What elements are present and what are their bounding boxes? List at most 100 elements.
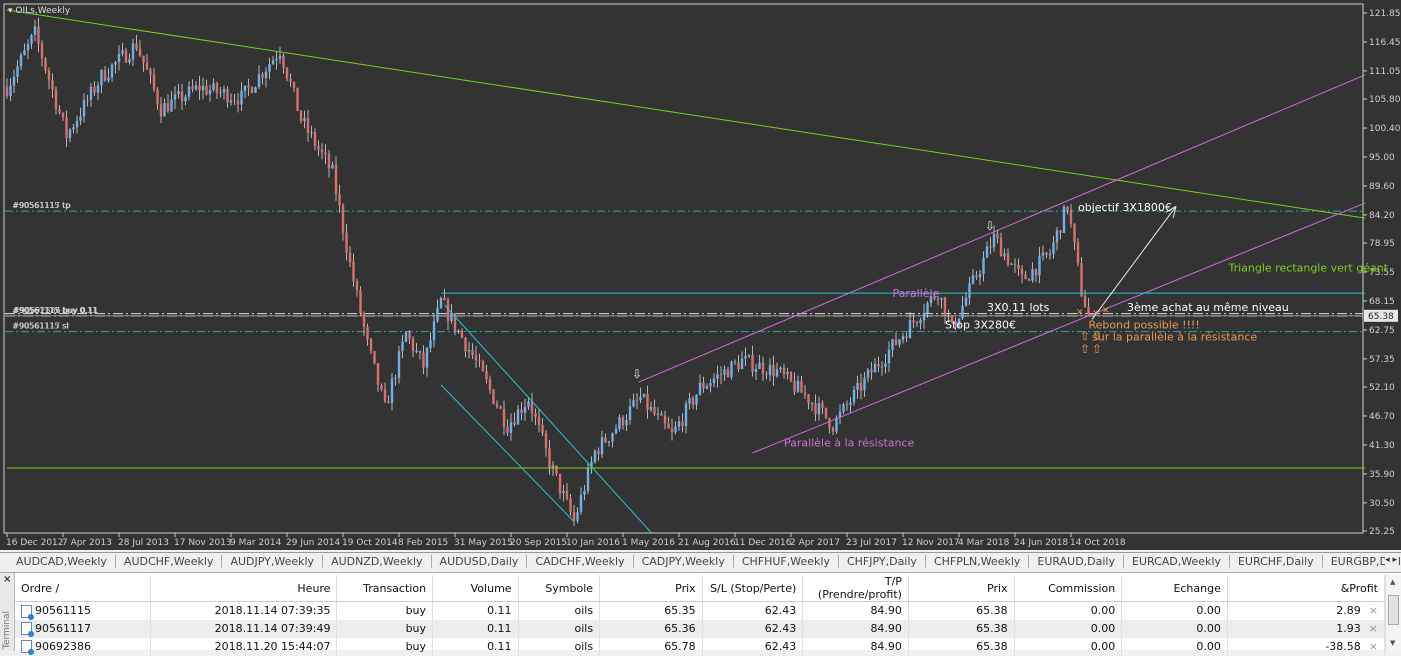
candle-body — [488, 379, 492, 390]
column-header[interactable]: Ordre / — [15, 575, 152, 602]
chart-canvas[interactable]: 121.85 116.45 111.05 105.80 100.40 95.00 89.60… — [0, 0, 1401, 550]
column-header[interactable]: Commission — [1014, 575, 1123, 602]
column-header[interactable]: Echange — [1121, 575, 1228, 602]
column-header[interactable]: Transaction — [336, 575, 434, 602]
candle-body — [999, 238, 1003, 257]
scroll-up-icon[interactable]: ▲ — [1390, 578, 1395, 586]
buy-marker-icon: ✕ — [1076, 308, 1084, 318]
candle-body — [212, 83, 215, 90]
column-header[interactable]: Prix — [599, 575, 703, 602]
table-cell: oils — [518, 619, 601, 638]
candle-body — [450, 313, 453, 321]
close-order-icon[interactable]: × — [1369, 622, 1378, 635]
candle-body — [261, 74, 264, 78]
candle-body — [236, 100, 240, 105]
candle-body — [968, 283, 971, 298]
candle-body — [348, 252, 352, 262]
close-order-icon[interactable]: × — [1369, 604, 1378, 617]
symbol-tab[interactable]: EURCHF,Daily — [1230, 555, 1323, 568]
table-cell: 62.43 — [702, 619, 804, 638]
column-header[interactable]: S/L (Stop/Perte) — [702, 575, 804, 602]
candle-body — [173, 94, 177, 100]
candle-body — [726, 369, 730, 378]
candle-body — [740, 358, 744, 370]
symbol-tab[interactable]: CHFPLN,Weekly — [926, 555, 1030, 568]
table-row[interactable]: 90692386 2018.11.20 15:44:07 buy 0.11 oils 65… — [15, 637, 1386, 656]
candle-body — [989, 246, 992, 248]
candle-body — [247, 85, 250, 88]
candle-body — [894, 339, 898, 345]
candle-body — [380, 385, 383, 390]
tab-scroll-arrows-icon[interactable]: ◂ ▸ — [1385, 555, 1397, 565]
chart-annotation: sur la parallèle à la résistance — [1092, 330, 1257, 343]
column-header[interactable]: Volume — [432, 575, 519, 602]
candle-body — [992, 233, 996, 248]
column-header[interactable]: Heure — [150, 575, 338, 602]
candle-body — [558, 473, 562, 494]
candle-body — [54, 89, 58, 110]
date-tick-label: 12 Nov 2017 — [902, 538, 960, 548]
candle-body — [912, 320, 915, 323]
table-row[interactable]: 90561117 2018.11.14 07:39:49 buy 0.11 oils 65… — [15, 619, 1386, 638]
candle-body — [663, 415, 667, 424]
candle-body — [604, 437, 607, 443]
candle-body — [5, 87, 9, 96]
candle-body — [782, 367, 786, 375]
candle-body — [922, 313, 926, 321]
table-cell: buy — [336, 601, 434, 620]
table-cell: 62.43 — [702, 637, 804, 656]
price-tick-label: 57.35 — [1369, 355, 1395, 365]
symbol-tab[interactable]: AUDCHF,Weekly — [116, 555, 223, 568]
candle-body — [660, 413, 663, 416]
cell-value: 65.35 — [664, 604, 696, 618]
price-chart[interactable]: 121.85 116.45 111.05 105.80 100.40 95.00 89.60… — [0, 0, 1401, 550]
cell-value: 84.90 — [870, 622, 902, 635]
symbol-tab[interactable]: CHFHUF,Weekly — [734, 555, 839, 568]
candle-body — [852, 389, 856, 403]
candle-body — [576, 511, 579, 521]
candle-body — [187, 86, 191, 97]
price-tick-label: 100.40 — [1369, 124, 1401, 134]
scroll-thumb[interactable] — [1388, 595, 1399, 625]
symbol-tab[interactable]: CADCHF,Weekly — [527, 555, 634, 568]
candle-body — [842, 404, 845, 412]
candle-body — [831, 428, 835, 432]
cell-value: buy — [405, 622, 427, 635]
candle-body — [114, 62, 117, 65]
candle-body — [107, 77, 110, 81]
symbol-tab[interactable]: EURCAD,Weekly — [1124, 555, 1230, 568]
candle-body — [170, 99, 173, 112]
symbol-tab[interactable]: CHFJPY,Daily — [839, 555, 926, 568]
symbol-tab[interactable]: AUDCAD,Weekly — [8, 555, 116, 568]
candle-body — [877, 364, 880, 367]
table-cell: 65.78 — [599, 637, 703, 656]
scrollbar[interactable]: ▲ ▼ — [1385, 575, 1401, 651]
symbol-tab[interactable]: AUDUSD,Daily — [432, 555, 528, 568]
price-tick-label: 68.15 — [1369, 297, 1395, 307]
candle-body — [366, 327, 369, 340]
table-row[interactable]: 90561115 2018.11.14 07:39:35 buy 0.11 oils 65… — [15, 601, 1386, 620]
date-tick-label: 31 May 2015 — [454, 538, 513, 548]
scroll-down-icon[interactable]: ▼ — [1390, 639, 1395, 647]
close-icon[interactable]: × — [3, 574, 11, 585]
candle-body — [96, 85, 100, 93]
candle-body — [19, 55, 23, 67]
cell-value: 62.43 — [764, 604, 797, 618]
price-tick-label: 95.00 — [1369, 153, 1395, 163]
symbol-tab[interactable]: EURAUD,Daily — [1029, 555, 1124, 568]
symbol-tab[interactable]: AUDNZD,Weekly — [323, 555, 432, 568]
table-cell: buy — [336, 637, 434, 656]
column-header[interactable]: T/P (Prendre/profit) — [802, 575, 909, 602]
close-order-icon[interactable]: × — [1369, 640, 1378, 653]
symbol-tab[interactable]: CADJPY,Weekly — [634, 555, 734, 568]
candle-body — [191, 86, 194, 90]
current-price-label: 65.38 — [1368, 312, 1394, 322]
candle-body — [142, 55, 145, 63]
table-cell: 65.38 — [908, 601, 1015, 620]
date-tick-label: 9 Mar 2014 — [230, 538, 282, 548]
column-header[interactable]: &Profit — [1227, 575, 1386, 602]
candle-body — [495, 403, 499, 407]
column-header[interactable]: Prix — [908, 575, 1015, 602]
column-header[interactable]: Symbole — [518, 575, 601, 602]
symbol-tab[interactable]: AUDJPY,Weekly — [222, 555, 324, 568]
